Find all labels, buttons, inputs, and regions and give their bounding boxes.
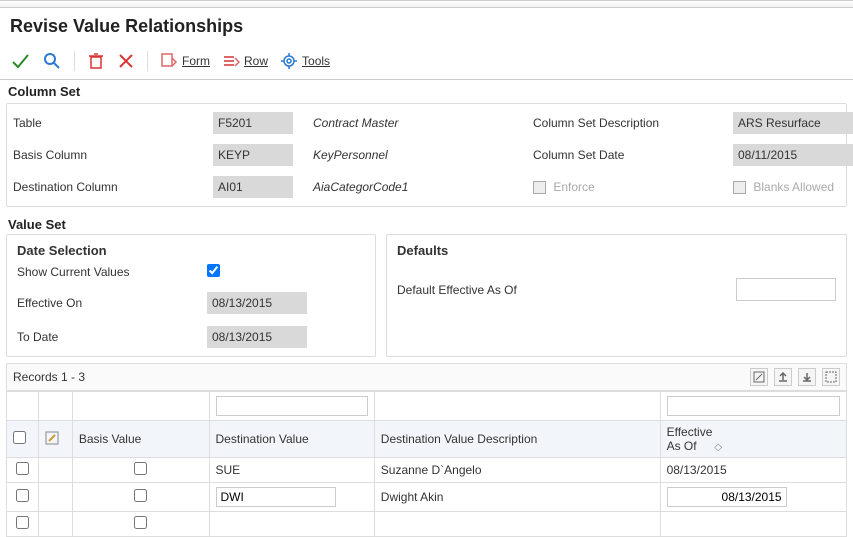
cs-desc-field[interactable]: ARS Resurface bbox=[733, 112, 853, 134]
customize-grid-button[interactable] bbox=[750, 368, 768, 386]
to-date-field[interactable]: 08/13/2015 bbox=[207, 326, 307, 348]
destination-desc-cell bbox=[374, 512, 660, 537]
basis-value-checkbox[interactable] bbox=[134, 489, 147, 502]
dest-desc: AiaCategorCode1 bbox=[313, 180, 533, 194]
records-count: Records 1 - 3 bbox=[13, 370, 85, 384]
window-titlebar bbox=[0, 0, 853, 8]
form-menu-label: Form bbox=[182, 54, 210, 68]
filter-effective-as-of[interactable] bbox=[667, 396, 840, 416]
row-select-checkbox[interactable] bbox=[16, 489, 29, 502]
destination-desc-cell: Dwight Akin bbox=[374, 483, 660, 512]
row-menu-label: Row bbox=[244, 54, 268, 68]
basis-value-checkbox[interactable] bbox=[134, 462, 147, 475]
to-date-label: To Date bbox=[17, 330, 207, 344]
value-set-header: Value Set bbox=[0, 213, 853, 234]
table-desc: Contract Master bbox=[313, 116, 533, 130]
destination-desc-header[interactable]: Destination Value Description bbox=[374, 421, 660, 458]
table-field[interactable]: F5201 bbox=[213, 112, 293, 134]
destination-value-cell[interactable] bbox=[209, 483, 374, 512]
default-eff-field[interactable] bbox=[736, 278, 836, 301]
records-bar: Records 1 - 3 bbox=[6, 363, 847, 391]
date-selection-header: Date Selection bbox=[17, 243, 365, 258]
show-current-label: Show Current Values bbox=[17, 265, 207, 279]
effective-as-of-cell[interactable] bbox=[660, 512, 846, 537]
effective-as-of-cell[interactable]: 08/13/2015 bbox=[660, 458, 846, 483]
table-row bbox=[7, 512, 847, 537]
destination-value-header[interactable]: Destination Value bbox=[209, 421, 374, 458]
column-set-panel: Table F5201 Contract Master Column Set D… bbox=[6, 103, 847, 207]
enforce-checkbox bbox=[533, 181, 546, 194]
basis-label: Basis Column bbox=[13, 148, 213, 162]
default-eff-label: Default Effective As Of bbox=[397, 283, 517, 297]
toolbar: Form Row Tools bbox=[0, 47, 853, 80]
defaults-header: Defaults bbox=[397, 243, 836, 258]
import-button[interactable] bbox=[798, 368, 816, 386]
form-menu[interactable]: Form bbox=[156, 50, 214, 72]
filter-destination-value[interactable] bbox=[216, 396, 368, 416]
effective-as-of-cell[interactable] bbox=[660, 483, 846, 512]
ok-button[interactable] bbox=[6, 49, 34, 73]
defaults-panel: Defaults Default Effective As Of bbox=[386, 234, 847, 357]
cs-date-field[interactable]: 08/11/2015 bbox=[733, 144, 853, 166]
effective-as-of-header[interactable]: Effective As Of◇ bbox=[660, 421, 846, 458]
row-select-checkbox[interactable] bbox=[16, 516, 29, 529]
delete-button[interactable] bbox=[83, 50, 109, 72]
basis-desc: KeyPersonnel bbox=[313, 148, 533, 162]
destination-value-cell[interactable] bbox=[209, 512, 374, 537]
destination-value-cell[interactable]: SUE bbox=[209, 458, 374, 483]
table-label: Table bbox=[13, 116, 213, 130]
blanks-checkbox bbox=[733, 181, 746, 194]
edit-column-header[interactable] bbox=[39, 421, 73, 458]
maximize-grid-button[interactable] bbox=[822, 368, 840, 386]
effective-on-label: Effective On bbox=[17, 296, 207, 310]
pencil-icon bbox=[45, 431, 59, 445]
select-all-checkbox[interactable] bbox=[13, 431, 26, 444]
row-select-checkbox[interactable] bbox=[16, 462, 29, 475]
toolbar-separator bbox=[74, 51, 75, 71]
enforce-label: Enforce bbox=[553, 180, 594, 194]
data-grid: Basis Value Destination Value Destinatio… bbox=[6, 391, 847, 537]
blanks-label: Blanks Allowed bbox=[753, 180, 834, 194]
tools-menu[interactable]: Tools bbox=[276, 50, 334, 72]
dest-label: Destination Column bbox=[13, 180, 213, 194]
find-button[interactable] bbox=[38, 49, 66, 73]
tools-menu-label: Tools bbox=[302, 54, 330, 68]
page-title: Revise Value Relationships bbox=[0, 8, 853, 47]
cs-date-label: Column Set Date bbox=[533, 148, 733, 162]
column-set-header: Column Set bbox=[0, 80, 853, 101]
export-button[interactable] bbox=[774, 368, 792, 386]
destination-value-input[interactable] bbox=[216, 487, 336, 507]
toolbar-separator bbox=[147, 51, 148, 71]
effective-as-of-input[interactable] bbox=[667, 487, 787, 507]
dest-field[interactable]: AI01 bbox=[213, 176, 293, 198]
cs-desc-label: Column Set Description bbox=[533, 116, 733, 130]
basis-value-header[interactable]: Basis Value bbox=[72, 421, 209, 458]
effective-on-field[interactable]: 08/13/2015 bbox=[207, 292, 307, 314]
cancel-button[interactable] bbox=[113, 50, 139, 72]
sort-indicator-icon: ◇ bbox=[714, 442, 722, 453]
row-menu[interactable]: Row bbox=[218, 50, 272, 72]
table-row: SUESuzanne D`Angelo08/13/2015 bbox=[7, 458, 847, 483]
basis-field[interactable]: KEYP bbox=[213, 144, 293, 166]
basis-value-checkbox[interactable] bbox=[134, 516, 147, 529]
show-current-checkbox[interactable] bbox=[207, 264, 220, 277]
date-selection-panel: Date Selection Show Current Values Effec… bbox=[6, 234, 376, 357]
destination-desc-cell: Suzanne D`Angelo bbox=[374, 458, 660, 483]
table-row: Dwight Akin bbox=[7, 483, 847, 512]
